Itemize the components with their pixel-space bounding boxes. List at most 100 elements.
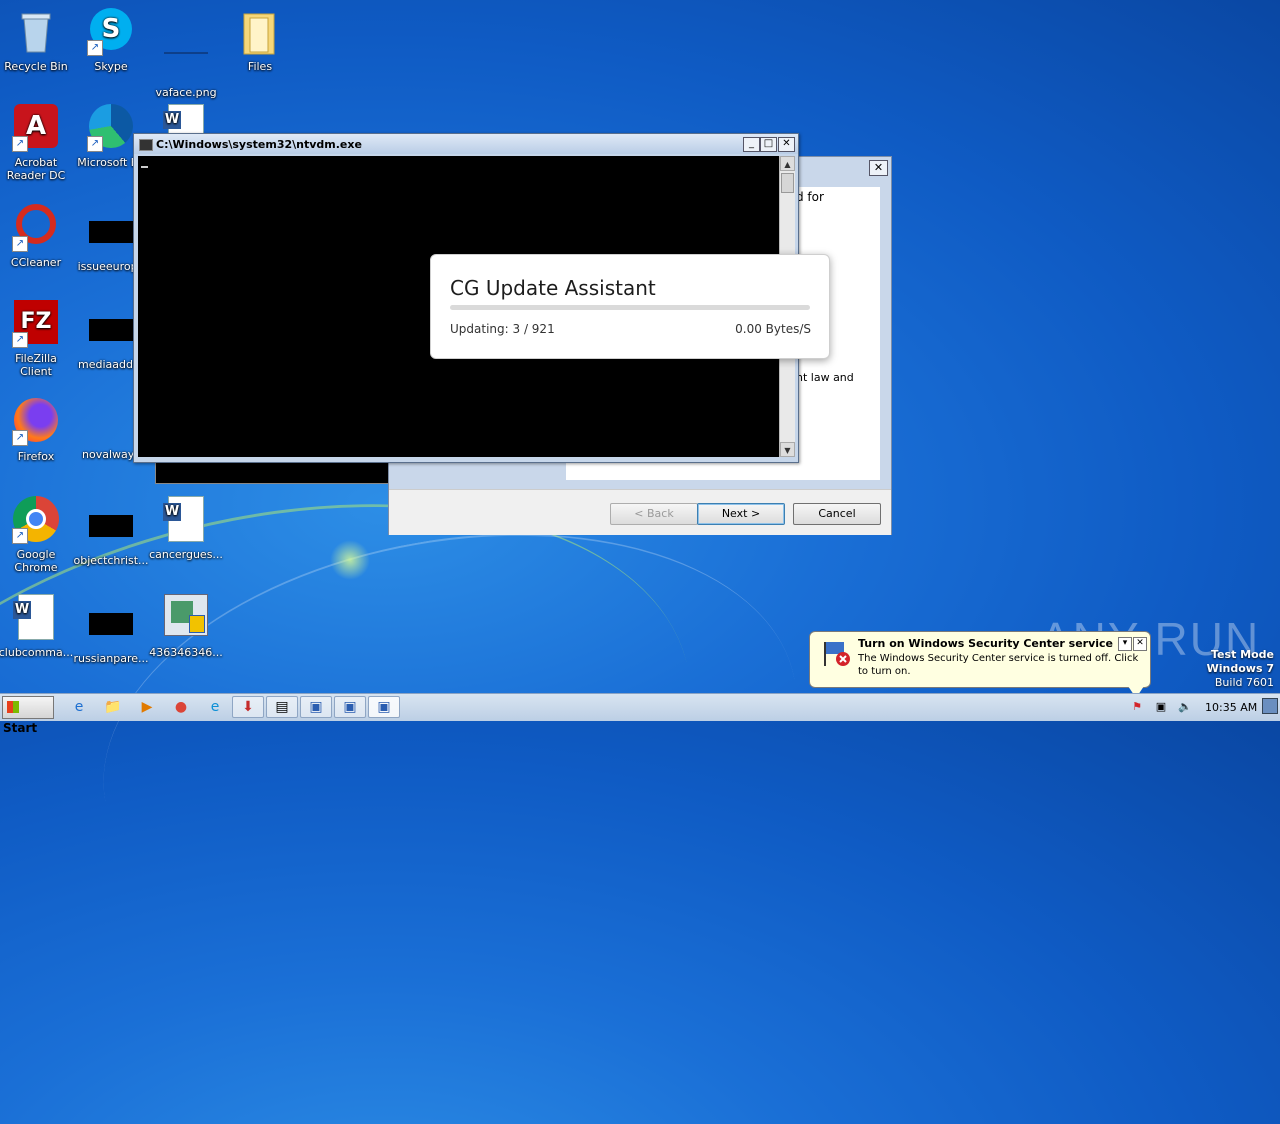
windows-logo-icon [7,701,19,713]
media-player-icon[interactable]: ▶ [136,697,158,717]
notification-text: The Windows Security Center service is t… [858,653,1139,677]
minimize-button[interactable]: _ [743,137,760,152]
cancel-button[interactable]: Cancel [793,503,881,525]
ie-icon[interactable]: e [68,697,90,717]
desktop-icon-label: Recycle Bin [4,60,68,73]
desktop-icon-chrome[interactable]: ↗ Google Chrome [0,496,74,574]
test-mode-line: Windows 7 [1206,662,1274,675]
folder-icon [236,8,284,56]
acrobat-icon: A ↗ [12,104,60,152]
update-status: Updating: 3 / 921 [450,322,555,336]
background-window-fragment [155,461,390,484]
shortcut-arrow-icon: ↗ [87,136,103,152]
recycle-bin-icon [12,8,60,56]
taskbar-clock[interactable]: 10:35 AM [1205,701,1257,714]
desktop-icon-files[interactable]: Files [222,8,298,73]
desktop-icon-label: CCleaner [10,256,62,269]
desktop-icon-filezilla[interactable]: FZ ↗ FileZilla Client [0,300,74,378]
shortcut-arrow-icon: ↗ [12,136,28,152]
update-assistant-dialog: CG Update Assistant Updating: 3 / 921 0.… [430,254,830,359]
shortcut-arrow-icon: ↗ [12,236,28,252]
shortcut-arrow-icon: ↗ [12,430,28,446]
file-icon [89,221,133,243]
edge-icon: ↗ [87,104,135,152]
explorer-icon[interactable]: 📁 [102,697,124,717]
installer-icon [162,594,210,642]
scroll-down-arrow-icon[interactable]: ▼ [780,442,795,457]
file-icon [87,404,135,444]
volume-icon[interactable]: 🔈 [1178,700,1192,714]
security-notification-balloon[interactable]: Turn on Windows Security Center service … [809,631,1151,698]
notification-title: Turn on Windows Security Center service [858,637,1114,650]
taskbar-console-button[interactable]: ▤ [266,696,298,718]
desktop-icon-vaface[interactable]: vaface.png [148,8,224,99]
test-mode-line: Test Mode [1211,648,1274,661]
taskbar-setup-button-active[interactable]: ▣ [368,696,400,718]
desktop-icon-clubcomma[interactable]: W clubcomma... [0,594,74,659]
desktop-icon-label: Files [247,60,273,73]
show-desktop-button[interactable] [1262,698,1278,714]
test-mode-line: Build 7601 [1214,676,1274,689]
desktop-icon-label: Google Chrome [14,548,58,574]
console-title: C:\Windows\system32\ntvdm.exe [156,138,362,151]
file-icon [89,319,133,341]
console-titlebar[interactable]: C:\Windows\system32\ntvdm.exe _ □ ✕ [134,134,798,154]
word-doc-icon: W [162,496,210,544]
word-doc-icon: W [12,594,60,642]
test-mode-label: Test Mode Windows 7 Build 7601 [1207,648,1274,690]
taskbar-installer-button[interactable]: ⬇ [232,696,264,718]
desktop-icon-cancergues[interactable]: W cancergues... [148,496,224,561]
notification-close-button[interactable]: ✕ [1133,637,1147,651]
shortcut-arrow-icon: ↗ [12,528,28,544]
progress-bar [450,305,810,310]
desktop-icon-label: clubcomma... [0,646,74,659]
wizard-text-fragment: d for [796,190,824,204]
desktop-icon-recycle-bin[interactable]: Recycle Bin [0,8,74,73]
skype-icon: S ↗ [87,8,135,56]
desktop-icon-label: 436346346... [149,646,223,659]
action-center-flag-icon [822,638,852,668]
wizard-close-button[interactable]: ✕ [869,160,888,176]
file-icon [89,613,133,635]
start-button[interactable]: Start [2,696,54,735]
desktop-icon-label: russianpare... [73,652,149,665]
shortcut-arrow-icon: ↗ [87,40,103,56]
desktop-icon-label: Firefox [17,450,55,463]
firefox-icon: ↗ [12,398,60,446]
start-label: Start [3,721,38,735]
next-button[interactable]: Next > [697,503,785,525]
filezilla-icon: FZ ↗ [12,300,60,348]
edge-icon[interactable]: e [204,697,226,717]
desktop-icon-label: FileZilla Client [15,352,57,378]
chrome-icon[interactable]: ● [170,697,192,717]
chrome-icon: ↗ [12,496,60,544]
notification-options-icon[interactable]: ▾ [1118,637,1132,651]
network-icon[interactable]: ▣ [1154,700,1168,714]
close-button[interactable]: ✕ [778,137,795,152]
desktop-icon-skype[interactable]: S ↗ Skype [73,8,149,73]
desktop-icon-objectchrist[interactable]: objectchrist... [73,502,149,567]
taskbar-setup-button[interactable]: ▣ [300,696,332,718]
image-file-icon [162,34,210,82]
desktop-icon-label: objectchrist... [73,554,149,567]
action-center-flag-icon[interactable]: ⚑ [1130,700,1144,714]
transfer-speed: 0.00 Bytes/S [735,322,811,336]
file-icon [89,515,133,537]
shortcut-arrow-icon: ↗ [12,332,28,348]
taskbar: Start e 📁 ▶ ● e ⬇ ▤ ▣ ▣ ▣ ⚑ ▣ 🔈 10:35 AM [0,693,1280,735]
desktop-icon-label: Skype [94,60,128,73]
taskbar-setup-button[interactable]: ▣ [334,696,366,718]
back-button[interactable]: < Back [610,503,698,525]
desktop-icon-firefox[interactable]: ↗ Firefox [0,398,74,463]
desktop-icon-russianpare[interactable]: russianpare... [73,600,149,665]
maximize-button[interactable]: □ [760,137,777,152]
scroll-up-arrow-icon[interactable]: ▲ [780,156,795,171]
console-icon [139,139,153,151]
desktop-icon-acrobat[interactable]: A ↗ Acrobat Reader DC [0,104,74,182]
desktop-icon-ccleaner[interactable]: ↗ CCleaner [0,202,74,269]
desktop-icon-label: Acrobat Reader DC [6,156,66,182]
scroll-thumb[interactable] [781,173,794,193]
desktop-icon-label: cancergues... [149,548,223,561]
desktop-icon-installer[interactable]: 436346346... [148,594,224,659]
dialog-title: CG Update Assistant [450,276,656,300]
